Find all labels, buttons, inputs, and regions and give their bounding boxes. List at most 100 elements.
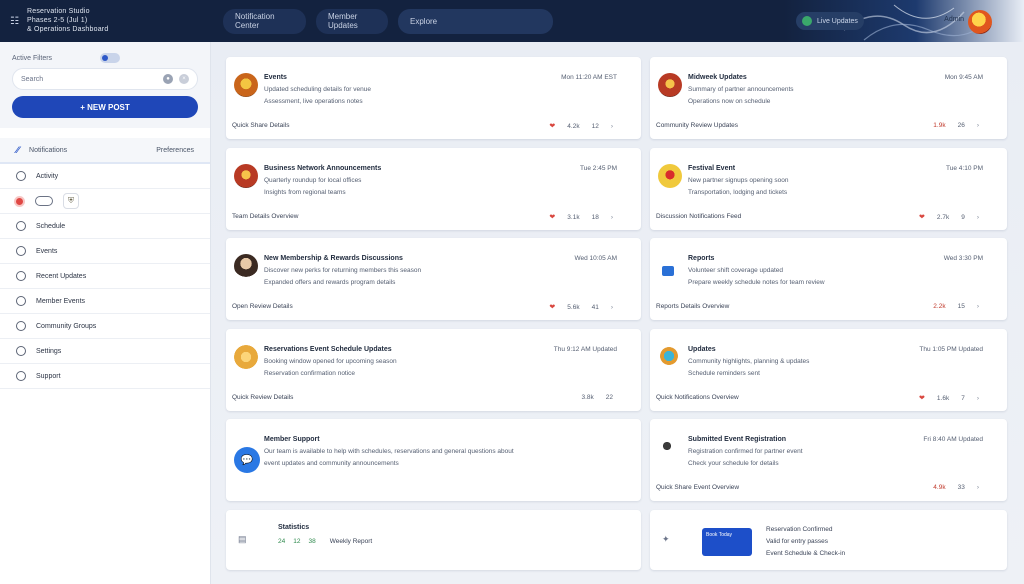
card-title: Member Support [264, 436, 320, 443]
card-actions: ❤ 1.6k 7 › [919, 394, 979, 403]
stats-detail: Weekly Report [329, 538, 373, 545]
toggle-switch[interactable] [35, 196, 53, 206]
card-actions: 1.9k 26 › [933, 122, 979, 129]
alert-icon [16, 246, 26, 256]
sidebar-item-community-groups[interactable]: Community Groups [0, 314, 210, 339]
clipboard-icon [16, 271, 26, 281]
heart-icon[interactable]: ❤ [549, 213, 555, 221]
card-title: Festival Event [688, 165, 736, 172]
sidebar-item-activity[interactable]: Activity [0, 164, 210, 189]
avatar [234, 73, 258, 97]
brand[interactable]: ☷ Reservation Studio Phases 2-5 (Jul 1) … [0, 0, 211, 42]
comment-count: 41 [591, 303, 599, 311]
chevron-right-icon[interactable]: › [611, 214, 613, 221]
record-button[interactable] [14, 195, 25, 207]
heart-icon[interactable]: ❤ [549, 122, 555, 130]
card-footer[interactable]: Discussion Notifications Feed [656, 213, 741, 220]
stat-chip[interactable]: 38 [308, 538, 315, 545]
card-title: New Membership & Rewards Discussions [264, 255, 403, 262]
chevron-right-icon[interactable]: › [977, 214, 979, 221]
card-meta: Wed 3:30 PM [943, 255, 983, 262]
filter-right-label[interactable]: Preferences [156, 147, 194, 154]
card-footer[interactable]: Quick Notifications Overview [656, 394, 739, 401]
card-meta: Wed 10:05 AM [574, 255, 617, 262]
record-icon[interactable]: ● [163, 74, 173, 84]
card-line: Expanded offers and rewards program deta… [264, 279, 396, 286]
card-title: Midweek Updates [688, 74, 747, 81]
chevron-right-icon[interactable]: › [977, 484, 979, 491]
feed-card[interactable]: Reports Volunteer shift coverage updated… [650, 238, 1007, 320]
stat-chip[interactable]: 12 [293, 538, 300, 545]
shield-icon[interactable]: ⛨ [63, 193, 79, 209]
feed-card[interactable]: Festival Event New partner signups openi… [650, 148, 1007, 230]
like-count: 2.7k [936, 213, 950, 221]
avatar[interactable] [968, 10, 992, 34]
heart-icon[interactable]: ❤ [549, 303, 555, 311]
sidebar: Active Filters Search ● × + NEW POST ⁄⁄ … [0, 42, 211, 584]
card-footer[interactable]: Quick Share Details [232, 122, 289, 129]
chevron-right-icon[interactable]: › [611, 123, 613, 130]
users-icon [16, 321, 26, 331]
card-line: New partner signups opening soon [688, 177, 789, 184]
clear-icon[interactable]: × [179, 74, 189, 84]
card-actions: ❤ 4.2k 12 › [549, 122, 613, 131]
promo-card[interactable]: ✦ Book Today Reservation Confirmed Valid… [650, 510, 1007, 570]
new-post-button[interactable]: + NEW POST [12, 96, 198, 118]
top-bar: ☷ Reservation Studio Phases 2-5 (Jul 1) … [0, 0, 1024, 42]
sidebar-item-label: Settings [36, 347, 62, 355]
tab-member-updates[interactable]: Member Updates [316, 8, 388, 34]
search-input[interactable]: Explore [398, 8, 553, 34]
card-footer[interactable]: Community Review Updates [656, 122, 738, 129]
sidebar-search-field[interactable]: Search ● × [12, 68, 198, 90]
stat-chip[interactable]: 24 [278, 538, 285, 545]
sidebar-item-label: Community Groups [36, 322, 97, 330]
sidebar-item-member-events[interactable]: Member Events [0, 289, 210, 314]
chevron-right-icon[interactable]: › [611, 304, 613, 311]
chart-icon: ▤ [238, 534, 247, 544]
feed-card[interactable]: Updates Community highlights, planning &… [650, 329, 1007, 411]
heart-icon[interactable]: ❤ [919, 213, 925, 221]
feed-card[interactable]: 💬 Member Support Our team is available t… [226, 419, 641, 501]
like-count: 2.2k [933, 303, 946, 310]
card-footer[interactable]: Open Review Details [232, 303, 293, 310]
heart-icon[interactable]: ❤ [919, 394, 925, 402]
sparkle-icon: ✦ [662, 534, 670, 544]
card-actions: ❤ 2.7k 9 › [919, 213, 979, 222]
feed-card[interactable]: Submitted Event Registration Registratio… [650, 419, 1007, 501]
feed-card[interactable]: Reservations Event Schedule Updates Book… [226, 329, 641, 411]
card-footer[interactable]: Quick Share Event Overview [656, 484, 739, 491]
card-meta: Thu 9:12 AM Updated [553, 346, 617, 353]
bookmark-icon [16, 296, 26, 306]
status-pill[interactable]: Live Updates [796, 12, 864, 30]
globe-icon [660, 347, 678, 365]
chevron-right-icon[interactable]: › [977, 122, 979, 129]
promo-banner[interactable]: Book Today [702, 528, 752, 556]
feed-card[interactable]: Events Updated scheduling details for ve… [226, 57, 641, 139]
avatar [658, 73, 682, 97]
promo-line: Reservation Confirmed [766, 526, 833, 533]
feed-card[interactable]: Business Network Announcements Quarterly… [226, 148, 641, 230]
chevron-right-icon[interactable]: › [977, 303, 979, 310]
card-line: Schedule reminders sent [688, 370, 760, 377]
feed-card[interactable]: Midweek Updates Summary of partner annou… [650, 57, 1007, 139]
card-footer[interactable]: Reports Details Overview [656, 303, 729, 310]
stats-chips: 24 12 38 Weekly Report [278, 538, 372, 545]
chevron-right-icon[interactable]: › [977, 395, 979, 402]
card-line: Volunteer shift coverage updated [688, 267, 784, 274]
card-footer[interactable]: Quick Review Details [232, 394, 293, 401]
sidebar-item-support[interactable]: Support [0, 364, 210, 389]
sidebar-item-events[interactable]: Events [0, 239, 210, 264]
stats-card[interactable]: ▤ Statistics 24 12 38 Weekly Report [226, 510, 641, 570]
status-text: Live Updates [817, 17, 858, 25]
feed-card[interactable]: New Membership & Rewards Discussions Dis… [226, 238, 641, 320]
filter-left[interactable]: ⁄⁄ Notifications [16, 145, 67, 155]
sidebar-item-settings[interactable]: Settings [0, 339, 210, 364]
sidebar-item-schedule[interactable]: Schedule [0, 214, 210, 239]
filter-toggle[interactable] [100, 53, 120, 63]
tab-notification-center[interactable]: Notification Center [223, 8, 306, 34]
card-line: Reservation confirmation notice [264, 370, 356, 377]
like-count: 4.2k [567, 122, 580, 130]
card-meta: Mon 11:20 AM EST [561, 74, 617, 81]
card-footer[interactable]: Team Details Overview [232, 213, 298, 220]
sidebar-item-recent-updates[interactable]: Recent Updates [0, 264, 210, 289]
